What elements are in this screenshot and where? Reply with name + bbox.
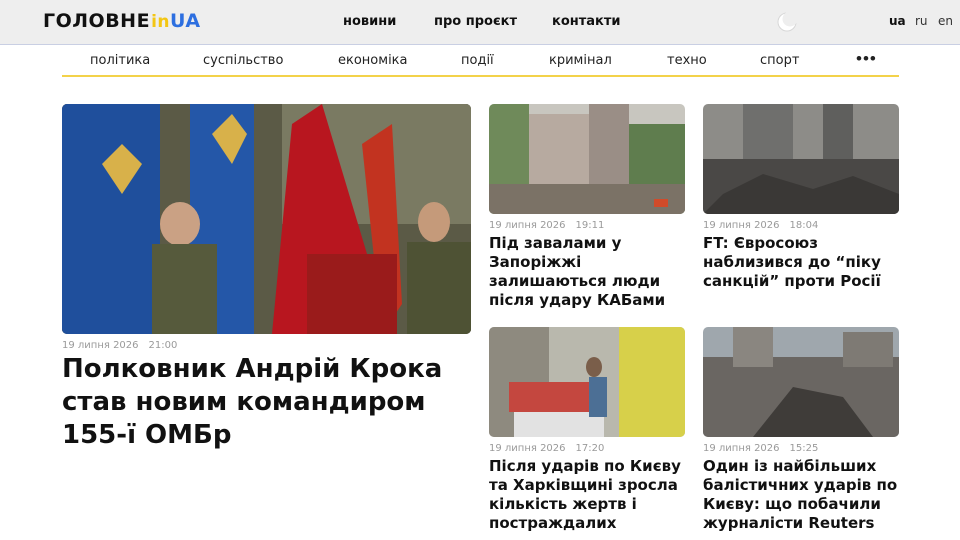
article-image[interactable] [489,104,685,214]
article-date: 19 липня 2026 [489,443,566,454]
article-image[interactable] [703,104,899,214]
featured-title[interactable]: Полковник Андрій Крока став новим команд… [62,353,462,452]
article-time: 15:25 [789,443,819,454]
more-dots-icon[interactable]: ••• [856,49,877,69]
article-time: 18:04 [789,220,819,231]
nav-news[interactable]: новини [343,14,396,29]
article-image[interactable] [703,327,899,437]
lang-ru[interactable]: ru [915,14,928,28]
article-time: 19:11 [575,220,605,231]
category-society[interactable]: суспільство [203,53,283,68]
category-tech[interactable]: техно [667,53,707,68]
article-title[interactable]: Під завалами у Запоріжжі залишаються люд… [489,234,689,310]
category-politics[interactable]: політика [90,53,150,68]
article-title[interactable]: FT: Євросоюз наблизився до “піку санкцій… [703,234,903,291]
lang-en[interactable]: en [938,14,953,28]
category-economy[interactable]: економіка [338,53,408,68]
logo-ua: UA [170,10,201,32]
featured-date: 19 липня 2026 [62,340,139,351]
article-meta: 19 липня 2026 19:11 [489,220,604,231]
article-date: 19 липня 2026 [703,443,780,454]
category-bar: політика суспільство економіка події кри… [62,46,899,77]
top-header: ГОЛОВНЕinUA новини про проєкт контакти u… [0,0,960,45]
article-date: 19 липня 2026 [703,220,780,231]
logo-main: ГОЛОВНЕ [43,10,151,32]
category-crime[interactable]: кримінал [549,53,612,68]
featured-image[interactable] [62,104,471,334]
article-image[interactable] [489,327,685,437]
nav-about[interactable]: про проєкт [434,14,517,29]
nav-contacts[interactable]: контакти [552,14,621,29]
site-logo[interactable]: ГОЛОВНЕinUA [43,10,201,32]
moon-icon[interactable] [776,11,798,33]
logo-in: in [151,12,170,32]
featured-meta: 19 липня 2026 21:00 [62,340,177,351]
category-events[interactable]: події [461,53,494,68]
article-date: 19 липня 2026 [489,220,566,231]
featured-time: 21:00 [148,340,178,351]
article-meta: 19 липня 2026 17:20 [489,443,604,454]
article-title[interactable]: Один із найбільших балістичних ударів по… [703,457,903,533]
article-title[interactable]: Після ударів по Києву та Харківщині зрос… [489,457,689,533]
category-sport[interactable]: спорт [760,53,799,68]
article-meta: 19 липня 2026 18:04 [703,220,818,231]
article-meta: 19 липня 2026 15:25 [703,443,818,454]
lang-ua[interactable]: ua [889,14,906,28]
article-time: 17:20 [575,443,605,454]
